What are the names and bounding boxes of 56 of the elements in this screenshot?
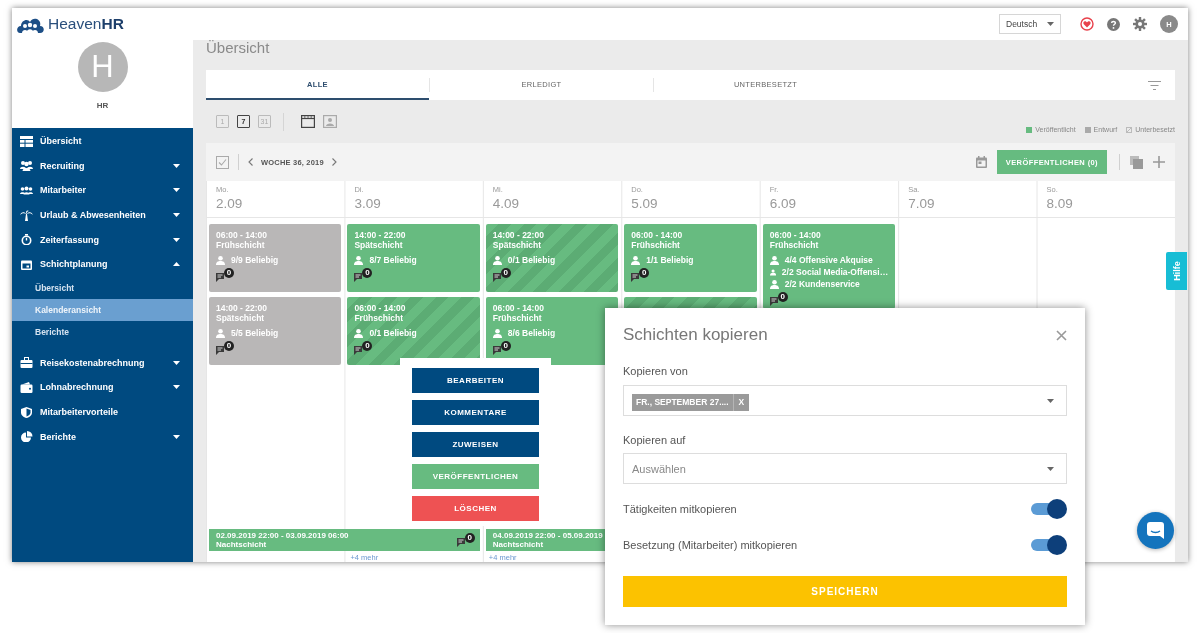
day-date: 6.09: [769, 195, 797, 212]
assignment: 4/4 Offensive Akquise: [784, 255, 873, 265]
assignment: 9/9 Beliebig: [231, 255, 279, 265]
shift-time: 06:00 - 14:00: [492, 303, 545, 313]
shift-time: 14:00 - 22:00: [492, 230, 545, 240]
assignment: 0/1 Beliebig: [507, 255, 556, 265]
shift-name: Nachtschicht: [216, 540, 268, 550]
dialog-title: Schichten kopieren: [623, 325, 768, 345]
shift-name: Spätschicht: [354, 240, 404, 250]
day-date: 7.09: [908, 195, 936, 212]
day-date: 3.09: [354, 195, 382, 212]
comment-count: 0: [777, 292, 788, 302]
profile-name: HR: [96, 101, 109, 110]
shift-time: 06:00 - 14:00: [769, 230, 822, 240]
shift-time: 14:00 - 22:00: [354, 230, 407, 240]
shift-name: Spätschicht: [216, 313, 266, 323]
field-label: Kopieren von: [623, 364, 689, 379]
comment-count: 0: [500, 341, 511, 351]
toggle-label: Besetzung (Mitarbeiter) mitkopieren: [623, 539, 798, 551]
assignment: 5/5 Beliebig: [231, 328, 279, 338]
comment-count: 0: [362, 268, 373, 278]
day-date: 5.09: [631, 195, 659, 212]
shift-name: Frühschicht: [769, 240, 820, 250]
day-date: 2.09: [216, 195, 244, 212]
field-label: Kopieren auf: [623, 433, 687, 448]
comment-count: 0: [500, 268, 511, 278]
shift-name: Spätschicht: [492, 240, 543, 250]
shift-name: Frühschicht: [216, 240, 266, 250]
shift-time: 02.09.2019 22:00 - 03.09.2019 06:00: [216, 530, 349, 540]
day-date: 8.09: [1046, 195, 1074, 212]
assignment: 8/6 Beliebig: [507, 328, 556, 338]
shift-name: Frühschicht: [631, 240, 681, 250]
assignment: 8/7 Beliebig: [369, 255, 417, 265]
comment-count: 0: [639, 268, 650, 278]
day-date: 4.09: [492, 195, 521, 212]
shift-time: 06:00 - 14:00: [354, 303, 407, 313]
assignment: 1/1 Beliebig: [646, 255, 694, 265]
comment-count: 0: [464, 533, 475, 543]
assignment: 2/2 Kundenservice: [784, 279, 860, 289]
shift-time: 06:00 - 14:00: [216, 230, 269, 240]
page-title: Übersicht: [206, 40, 271, 58]
logo-text: HeavenHR: [48, 15, 124, 33]
shift-name: Frühschicht: [492, 313, 543, 323]
comment-count: 0: [362, 341, 373, 351]
shift-time: 04.09.2019 22:00 - 05.09.2019: [492, 530, 603, 540]
comment-count: 0: [224, 268, 234, 278]
shift-time: 06:00 - 14:00: [631, 230, 684, 240]
profile-avatar: H: [77, 42, 128, 92]
shift-time: 14:00 - 22:00: [216, 303, 269, 313]
assignment: 0/1 Beliebig: [369, 328, 417, 338]
comment-count: 0: [224, 341, 234, 351]
shift-name: Frühschicht: [354, 313, 405, 323]
assignment: 2/2 Social Media-Offensi…: [781, 267, 889, 277]
toggle-label: Tätigkeiten mitkopieren: [623, 503, 737, 515]
shift-name: Nachtschicht: [492, 540, 545, 550]
selected-chip: FR., SEPTEMBER 27.... X: [632, 393, 750, 411]
